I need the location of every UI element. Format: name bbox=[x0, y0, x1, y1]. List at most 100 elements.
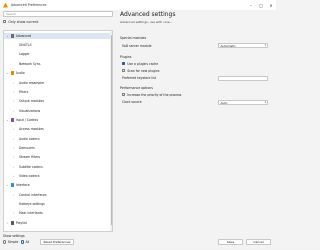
chevron-down-icon[interactable]: ⌄ bbox=[6, 71, 9, 75]
tree-item-label: Control interfaces bbox=[19, 192, 47, 197]
chevron-right-icon[interactable]: › bbox=[12, 165, 15, 169]
close-button[interactable]: ✕ bbox=[266, 0, 276, 10]
only-show-current-checkbox[interactable] bbox=[3, 19, 7, 24]
chevron-right-icon[interactable]: › bbox=[12, 90, 15, 94]
chevron-right-icon[interactable]: › bbox=[12, 127, 15, 131]
tree-item-label: Filters bbox=[19, 89, 29, 94]
all-radio-label: All bbox=[25, 240, 30, 244]
tree-item-label: Input / Codecs bbox=[15, 117, 39, 122]
tree-item[interactable]: › Control interfaces bbox=[4, 192, 112, 198]
tree-category[interactable]: ⌄ Advanced bbox=[4, 33, 112, 39]
tree-item[interactable]: Hotkeys settings bbox=[4, 201, 112, 207]
tree-scrollbar-thumb[interactable] bbox=[110, 35, 112, 225]
increase-priority-checkbox[interactable] bbox=[122, 92, 126, 97]
tree-item[interactable]: › Stream filters bbox=[4, 155, 112, 161]
category-tree[interactable]: › Playlist › Main interfaces Hotkeys setting… bbox=[3, 30, 113, 232]
use-plugins-cache-option[interactable]: Use a plugins cache bbox=[122, 62, 158, 66]
tree-item-label: Audio bbox=[15, 71, 25, 76]
tree-item-label: Video codecs bbox=[19, 174, 40, 179]
playlist-icon bbox=[10, 220, 15, 225]
tree-category[interactable]: ⌄ Audio bbox=[4, 70, 112, 76]
tree-item[interactable]: › Demuxers bbox=[4, 145, 112, 151]
tree-category[interactable]: ⌄ Input / Codecs bbox=[4, 117, 112, 123]
chevron-right-icon[interactable]: › bbox=[12, 174, 15, 178]
tree-item-label: Audio resampler bbox=[19, 80, 45, 85]
save-button[interactable]: Save bbox=[218, 238, 243, 245]
tree-item-label: Output modules bbox=[19, 99, 44, 104]
tree-item-label: Demuxers bbox=[19, 145, 35, 150]
tree-item[interactable]: GNUTLS bbox=[4, 42, 112, 48]
only-show-current-option[interactable]: Only show current bbox=[3, 19, 113, 24]
chevron-right-icon[interactable]: › bbox=[6, 221, 9, 225]
tree-item[interactable]: › Video codecs bbox=[4, 173, 112, 179]
vod-server-label: VoD server module bbox=[122, 43, 152, 48]
search-input[interactable]: Search bbox=[3, 11, 113, 17]
interface-icon bbox=[10, 183, 15, 188]
tree-item[interactable]: › Audio codecs bbox=[4, 136, 112, 142]
simple-radio-label: Simple bbox=[7, 240, 19, 244]
tree-category[interactable]: ⌄ Interface bbox=[4, 183, 112, 189]
maximize-button[interactable]: □ bbox=[256, 0, 266, 10]
tree-item-label: Hotkeys settings bbox=[19, 202, 45, 207]
chevron-down-icon: ▾ bbox=[264, 44, 266, 47]
chevron-right-icon[interactable]: › bbox=[12, 137, 15, 141]
cancel-button[interactable]: Cancel bbox=[246, 238, 271, 245]
tree-item-label: Network Sync. bbox=[19, 61, 42, 66]
tree-item[interactable]: › Subtitle codecs bbox=[4, 164, 112, 170]
tree-item-label: Visualizations bbox=[19, 108, 41, 113]
chevron-right-icon[interactable]: › bbox=[12, 81, 15, 85]
scan-plugins-option[interactable]: Scan for new plugins bbox=[122, 69, 160, 73]
tree-item[interactable]: Logger bbox=[4, 52, 112, 58]
tree-item-label: Access modules bbox=[19, 127, 44, 132]
chevron-down-icon: ▾ bbox=[264, 100, 266, 104]
chevron-right-icon[interactable]: › bbox=[12, 146, 15, 150]
section-special-modules: Special modules bbox=[120, 36, 147, 40]
use-plugins-cache-checkbox[interactable] bbox=[122, 61, 126, 66]
tree-item[interactable]: › Audio resampler bbox=[4, 80, 112, 86]
footer-bar: Show settings Simple All Reset Preferenc… bbox=[0, 233, 276, 250]
vlc-cone-icon bbox=[3, 2, 8, 8]
chevron-right-icon[interactable]: › bbox=[12, 193, 15, 197]
scan-plugins-checkbox[interactable] bbox=[122, 68, 126, 73]
tree-item[interactable]: › Main interfaces bbox=[4, 211, 112, 217]
all-radio[interactable] bbox=[20, 240, 25, 244]
scan-plugins-label: Scan for new plugins bbox=[127, 68, 160, 73]
show-settings-radios: Simple All bbox=[3, 240, 29, 244]
chevron-down-icon[interactable]: ⌄ bbox=[6, 183, 9, 187]
reset-preferences-button[interactable]: Reset Preferences bbox=[40, 238, 74, 245]
preferred-keystore-input[interactable] bbox=[218, 75, 268, 81]
chevron-right-icon[interactable]: › bbox=[12, 109, 15, 113]
chevron-right-icon[interactable]: › bbox=[12, 99, 15, 103]
increase-priority-label: Increase the priority of the process bbox=[127, 92, 182, 97]
clock-source-label: Clock source bbox=[122, 100, 142, 104]
settings-header: Advanced settings Advanced settings, use… bbox=[120, 11, 270, 24]
sidebar-top: Search Only show current bbox=[3, 11, 113, 24]
page-subtitle: Advanced settings, use with care... bbox=[120, 19, 173, 24]
tree-item[interactable]: › Filters bbox=[4, 89, 112, 95]
tree-category[interactable]: › Playlist bbox=[4, 220, 112, 226]
tree-item-label: Audio codecs bbox=[19, 136, 40, 141]
tree-item[interactable]: › Visualizations bbox=[4, 108, 112, 114]
tree-scrollbar[interactable] bbox=[110, 31, 112, 231]
chevron-down-icon[interactable]: ⌄ bbox=[6, 34, 9, 38]
tree-item-label: Playlist bbox=[15, 220, 27, 225]
tree-item-label: Interface bbox=[15, 183, 30, 188]
chevron-right-icon[interactable]: › bbox=[12, 155, 15, 159]
increase-priority-option[interactable]: Increase the priority of the process bbox=[122, 93, 181, 97]
page-title: Advanced settings bbox=[120, 11, 176, 18]
clock-source-value: Auto bbox=[220, 100, 228, 105]
vod-server-select[interactable]: Automatic ▾ bbox=[218, 43, 268, 49]
tree-item[interactable]: › Output modules bbox=[4, 98, 112, 104]
simple-radio[interactable] bbox=[3, 240, 7, 244]
minimize-button[interactable]: – bbox=[246, 0, 256, 10]
chevron-down-icon[interactable]: ⌄ bbox=[6, 118, 9, 122]
tree-item[interactable]: › Access modules bbox=[4, 127, 112, 133]
tree-item[interactable]: Network Sync. bbox=[4, 61, 112, 67]
tree-item-label: Stream filters bbox=[19, 155, 40, 160]
chevron-right-icon[interactable]: › bbox=[12, 211, 15, 215]
tree-item-label: Subtitle codecs bbox=[19, 164, 43, 169]
only-show-current-label: Only show current bbox=[8, 19, 39, 24]
audio-icon bbox=[10, 71, 15, 76]
clock-source-select[interactable]: Auto ▾ bbox=[218, 99, 268, 105]
use-plugins-cache-label: Use a plugins cache bbox=[127, 61, 159, 66]
